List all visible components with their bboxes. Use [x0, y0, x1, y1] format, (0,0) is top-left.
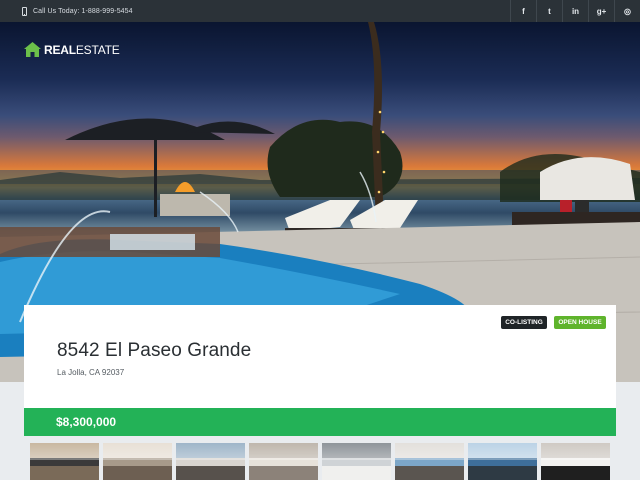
listing-info-card: CO-LISTING OPEN HOUSE 8542 El Paseo Gran…: [24, 305, 616, 409]
listing-address: 8542 El Paseo Grande: [57, 340, 252, 361]
thumbnail-modern-lounge[interactable]: [541, 443, 610, 480]
thumbnail-bedroom[interactable]: [249, 443, 318, 480]
thumbnail-ocean-room[interactable]: [395, 443, 464, 480]
thumbnail-living-room[interactable]: [30, 443, 99, 480]
phone-text: Call Us Today: 1-888-999-5454: [33, 7, 133, 15]
thumbnail-lounge[interactable]: [176, 443, 245, 480]
listing-city: La Jolla, CA 92037: [57, 368, 125, 377]
thumbnail-kitchen[interactable]: [322, 443, 391, 480]
linkedin-icon[interactable]: in: [562, 0, 588, 22]
site-logo[interactable]: REALESTATE: [24, 42, 120, 57]
logo-text-bold: REAL: [44, 42, 76, 57]
photo-thumbnails: [30, 443, 610, 480]
thumbnail-dining-room[interactable]: [103, 443, 172, 480]
price-bar: $8,300,000: [24, 408, 616, 436]
phone-icon: [22, 6, 27, 16]
logo-text-thin: ESTATE: [75, 42, 120, 57]
open-house-badge: OPEN HOUSE: [554, 316, 606, 329]
logo-text: REALESTATE: [44, 43, 120, 57]
facebook-icon[interactable]: f: [510, 0, 536, 22]
co-listing-badge: CO-LISTING: [501, 316, 547, 329]
listing-page: Call Us Today: 1-888-999-5454 f t in g+ …: [0, 0, 640, 480]
house-logo-icon: [24, 42, 41, 57]
google-plus-icon[interactable]: g+: [588, 0, 614, 22]
top-bar: Call Us Today: 1-888-999-5454 f t in g+ …: [0, 0, 640, 22]
instagram-icon[interactable]: ◎: [614, 0, 640, 22]
phone-contact[interactable]: Call Us Today: 1-888-999-5454: [0, 6, 133, 16]
listing-price: $8,300,000: [56, 415, 117, 429]
twitter-icon[interactable]: t: [536, 0, 562, 22]
thumbnail-patio-view[interactable]: [468, 443, 537, 480]
social-links: f t in g+ ◎: [510, 0, 640, 22]
